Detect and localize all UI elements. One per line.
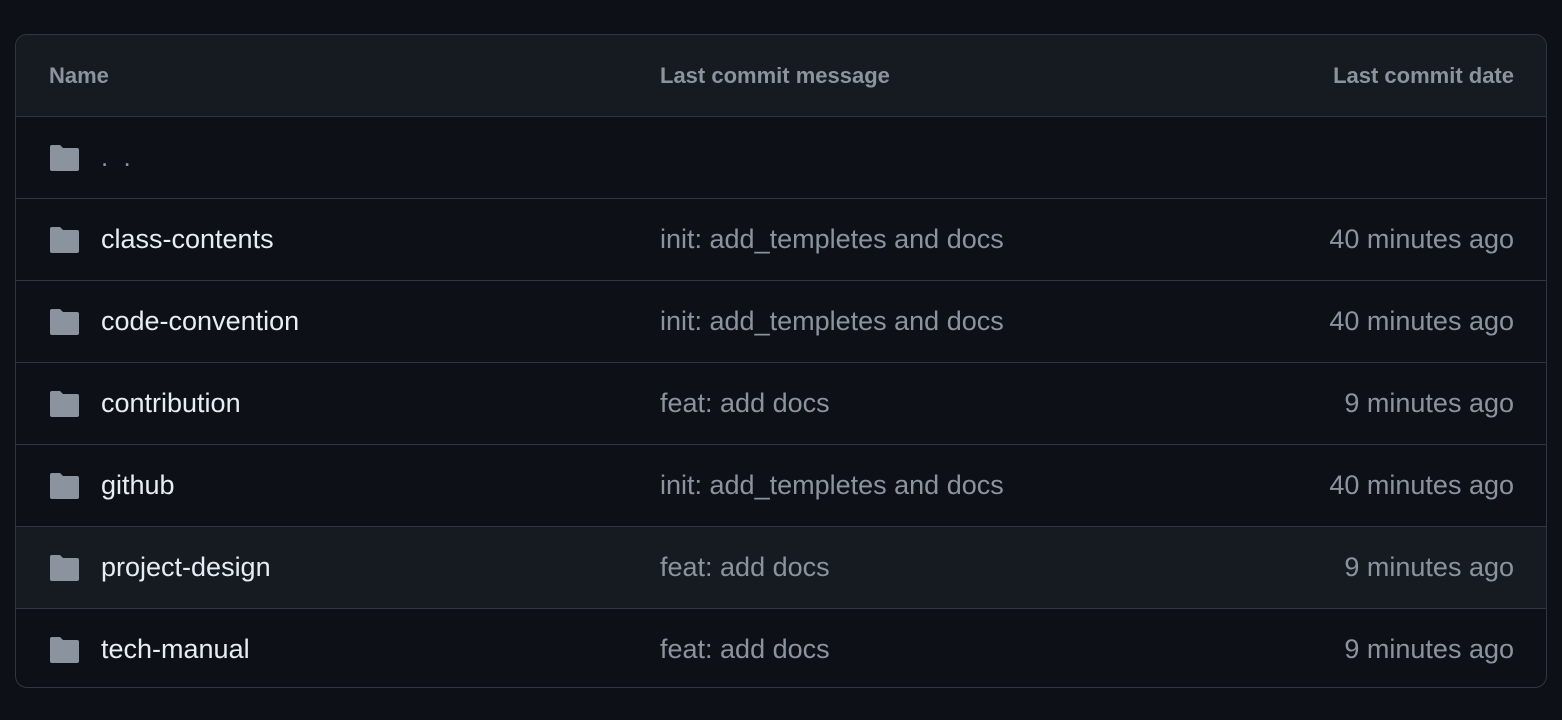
header-commit-date: Last commit date: [1333, 62, 1514, 88]
folder-link[interactable]: tech-manual: [101, 634, 250, 665]
folder-icon: [50, 554, 79, 581]
table-row: class-contents init: add_templetes and d…: [16, 199, 1546, 281]
commit-message-link[interactable]: feat: add docs: [660, 634, 830, 665]
commit-message-link[interactable]: init: add_templetes and docs: [660, 306, 1004, 337]
header-name: Name: [49, 62, 109, 88]
table-row: project-design feat: add docs 9 minutes …: [16, 527, 1546, 609]
commit-message-link[interactable]: init: add_templetes and docs: [660, 470, 1004, 501]
folder-link[interactable]: code-convention: [101, 306, 299, 337]
folder-icon: [50, 144, 79, 171]
table-row: tech-manual feat: add docs 9 minutes ago: [16, 609, 1546, 687]
folder-link[interactable]: project-design: [101, 552, 271, 583]
table-row: code-convention init: add_templetes and …: [16, 281, 1546, 363]
commit-date: 9 minutes ago: [1344, 552, 1514, 582]
parent-directory-link[interactable]: . .: [101, 142, 135, 173]
file-table: Name Last commit message Last commit dat…: [15, 34, 1547, 688]
folder-link[interactable]: class-contents: [101, 224, 274, 255]
commit-date: 40 minutes ago: [1329, 224, 1514, 254]
folder-icon: [50, 636, 79, 663]
commit-date: 40 minutes ago: [1329, 306, 1514, 336]
commit-date: 40 minutes ago: [1329, 470, 1514, 500]
commit-message-link[interactable]: feat: add docs: [660, 388, 830, 419]
commit-message-link[interactable]: init: add_templetes and docs: [660, 224, 1004, 255]
folder-icon: [50, 390, 79, 417]
table-row: contribution feat: add docs 9 minutes ag…: [16, 363, 1546, 445]
commit-date: 9 minutes ago: [1344, 634, 1514, 664]
table-header: Name Last commit message Last commit dat…: [16, 35, 1546, 117]
folder-icon: [50, 226, 79, 253]
folder-icon: [50, 472, 79, 499]
commit-date: 9 minutes ago: [1344, 388, 1514, 418]
folder-link[interactable]: github: [101, 470, 175, 501]
folder-link[interactable]: contribution: [101, 388, 241, 419]
parent-directory-row[interactable]: . .: [16, 117, 1546, 199]
commit-message-link[interactable]: feat: add docs: [660, 552, 830, 583]
header-commit-message: Last commit message: [660, 62, 890, 88]
folder-icon: [50, 308, 79, 335]
table-row: github init: add_templetes and docs 40 m…: [16, 445, 1546, 527]
